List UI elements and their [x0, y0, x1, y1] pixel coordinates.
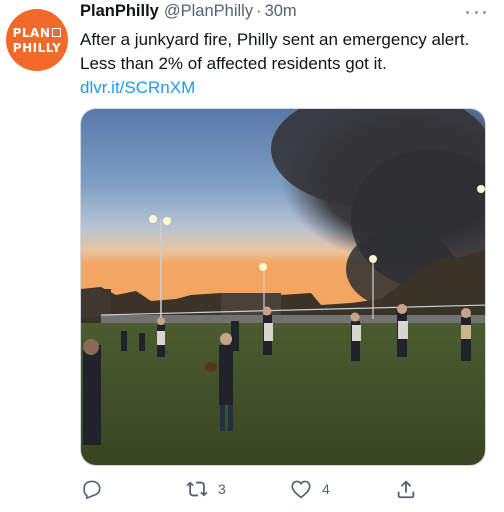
- tweet-link[interactable]: dlvr.it/SCRnXM: [80, 76, 195, 100]
- tweet-header: PlanPhilly @PlanPhilly · 30m: [80, 2, 297, 26]
- like-button[interactable]: 4: [290, 478, 330, 500]
- heart-icon: [291, 480, 311, 499]
- retweet-icon: [186, 481, 208, 497]
- retweet-count: 3: [218, 481, 226, 497]
- tweet-photo[interactable]: [80, 108, 486, 466]
- avatar[interactable]: PLAN PHILLY: [6, 9, 68, 71]
- tweet-text: After a junkyard fire, Philly sent an em…: [80, 30, 470, 73]
- share-icon: [397, 480, 415, 499]
- action-bar: 3 4: [0, 478, 504, 502]
- avatar-line1: PLAN: [13, 27, 62, 39]
- more-options-icon[interactable]: [466, 5, 486, 19]
- reply-button[interactable]: [80, 478, 112, 500]
- user-handle[interactable]: @PlanPhilly: [164, 2, 253, 21]
- separator: ·: [256, 2, 262, 20]
- photo-icon: [81, 109, 485, 465]
- retweet-button[interactable]: 3: [186, 478, 226, 500]
- share-button[interactable]: [395, 478, 417, 500]
- like-count: 4: [322, 481, 330, 497]
- reply-icon: [83, 480, 101, 499]
- avatar-line2: PHILLY: [12, 40, 62, 55]
- timestamp[interactable]: 30m: [265, 2, 297, 21]
- display-name[interactable]: PlanPhilly: [80, 2, 159, 21]
